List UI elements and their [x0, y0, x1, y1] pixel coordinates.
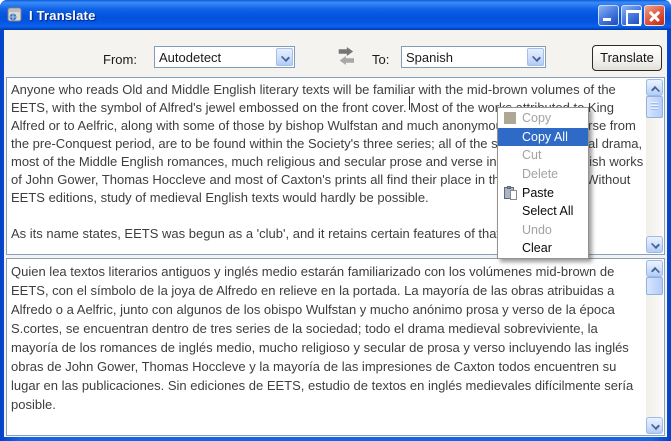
to-language-select[interactable]: Spanish: [401, 46, 546, 68]
menu-item-cut: Cut: [522, 148, 542, 163]
app-window: I Translate From: Autodetect To: Spanish…: [0, 0, 671, 441]
paste-icon: [498, 185, 522, 200]
swap-languages-icon[interactable]: [336, 47, 358, 65]
minimize-button[interactable]: [598, 5, 619, 26]
window-title: I Translate: [29, 7, 96, 23]
title-bar[interactable]: I Translate: [0, 0, 671, 30]
maximize-button[interactable]: [621, 5, 642, 26]
translated-paragraph-1: Quien lea textos literarios antiguos y i…: [11, 264, 634, 412]
menu-item-copy-all[interactable]: Copy All: [498, 127, 588, 147]
menu-item-undo: Undo: [522, 222, 552, 237]
from-label: From:: [103, 52, 137, 67]
translate-button[interactable]: Translate: [592, 45, 662, 71]
scrollbar-thumb[interactable]: [646, 277, 663, 295]
menu-item-clear[interactable]: Clear: [498, 239, 588, 258]
scroll-down-icon[interactable]: [646, 417, 663, 434]
translated-text-area[interactable]: Quien lea textos literarios antiguos y i…: [6, 258, 665, 436]
scroll-up-icon[interactable]: [646, 79, 663, 96]
from-language-select[interactable]: Autodetect: [154, 46, 295, 68]
translated-text[interactable]: Quien lea textos literarios antiguos y i…: [7, 259, 646, 435]
text-caret: [409, 96, 410, 110]
copy-icon: [498, 112, 522, 125]
translated-scrollbar[interactable]: [646, 260, 663, 434]
scroll-up-icon[interactable]: [646, 260, 663, 277]
app-icon: [7, 7, 22, 22]
close-button[interactable]: [644, 5, 665, 26]
to-language-value: Spanish: [406, 49, 453, 65]
menu-item-select-all[interactable]: Select All: [498, 202, 588, 221]
scroll-down-icon[interactable]: [646, 236, 663, 253]
menu-item-delete: Delete: [522, 167, 559, 182]
to-label: To:: [372, 52, 390, 67]
client-area: From: Autodetect To: Spanish Translate A…: [4, 30, 667, 437]
chevron-down-icon[interactable]: [276, 48, 293, 66]
context-menu: Copy Copy All Cut Delete Paste Select Al…: [497, 107, 589, 259]
translated-paragraph-2: Como su nombre, EETS se inició como un '…: [11, 432, 644, 435]
chevron-down-icon[interactable]: [527, 48, 544, 66]
source-scrollbar[interactable]: [646, 79, 663, 253]
menu-item-paste[interactable]: Paste: [498, 183, 588, 202]
scrollbar-thumb[interactable]: [646, 96, 663, 118]
menu-item-copy: Copy: [498, 109, 588, 128]
from-language-value: Autodetect: [159, 49, 222, 65]
